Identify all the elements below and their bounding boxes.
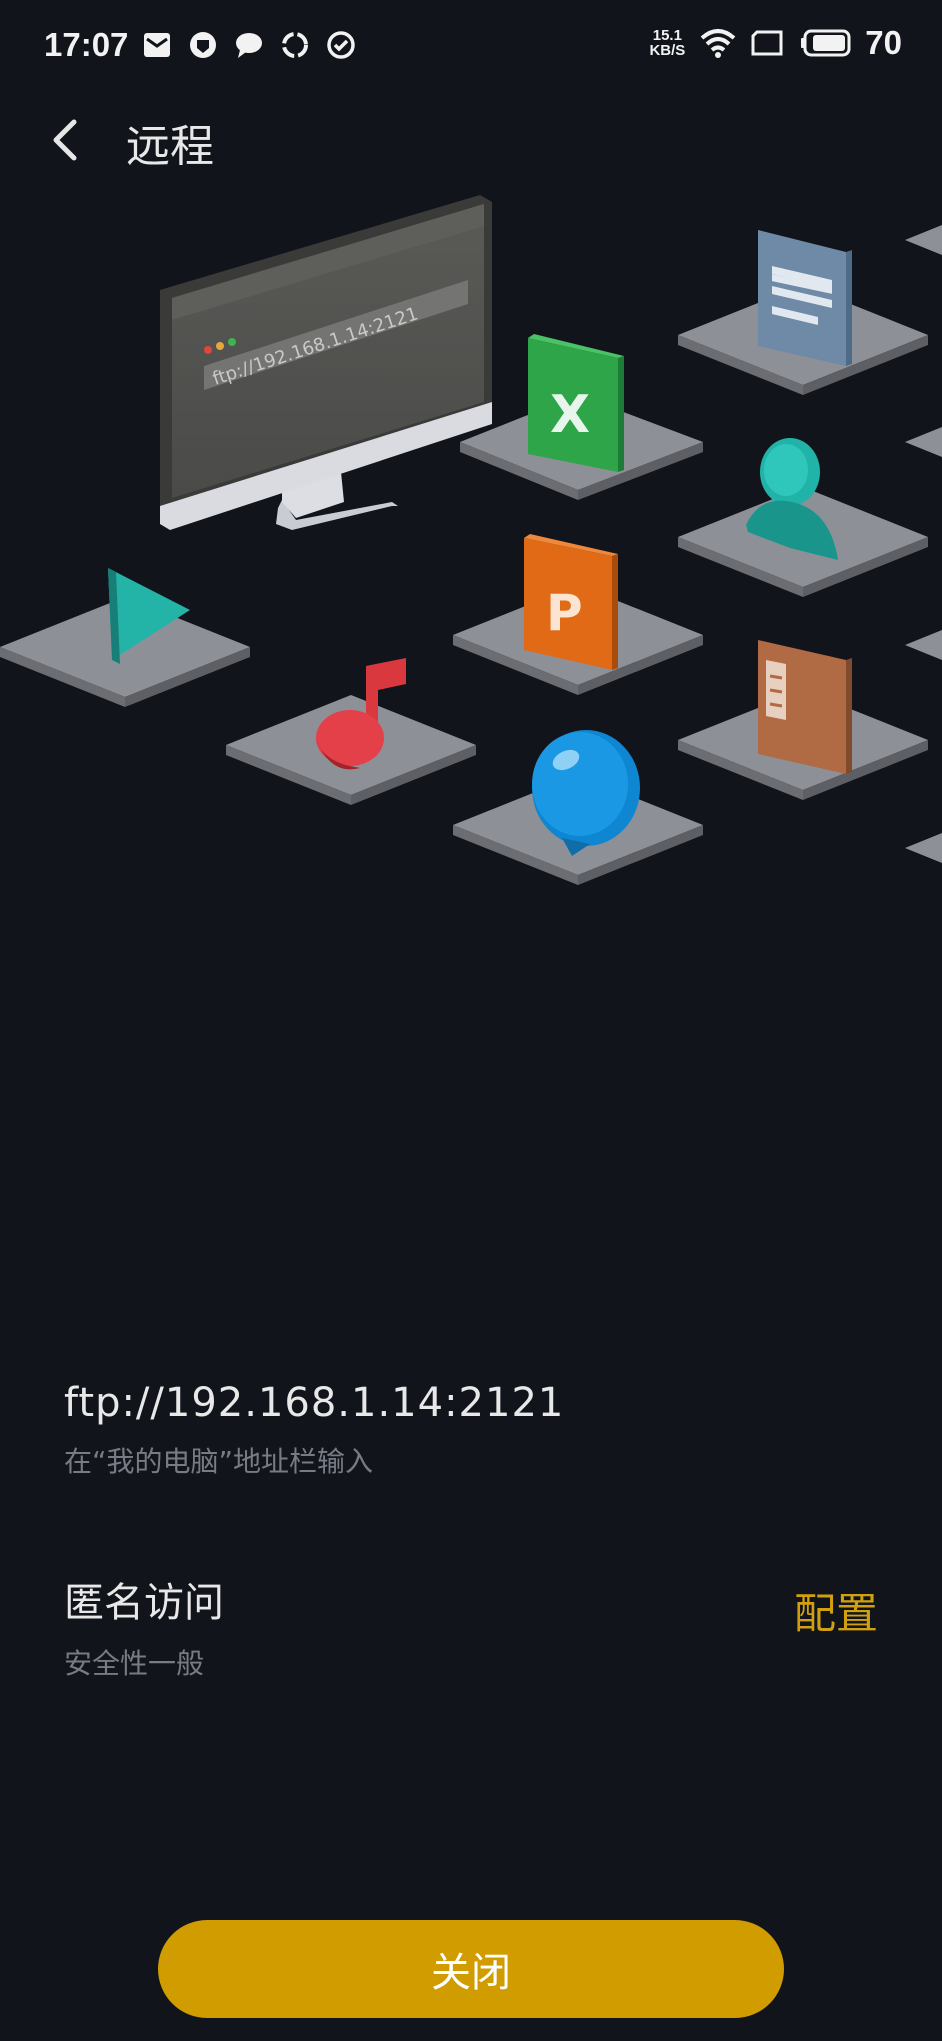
page-title: 远程 [126, 121, 214, 172]
network-speed-value: 15.1 [652, 27, 682, 44]
battery-icon [801, 29, 851, 57]
close-button[interactable]: 关闭 [158, 1920, 784, 2018]
access-title: 匿名访问 [64, 1580, 224, 1626]
svg-text:P: P [546, 584, 583, 642]
archive-icon [758, 640, 852, 774]
hero-illustration: ftp://192.168.1.14:2121 X P [0, 195, 942, 885]
monitor-illustration: ftp://192.168.1.14:2121 [160, 195, 492, 530]
app-bar: 远程 [0, 100, 942, 180]
ftp-address-hint: 在“我的电脑”地址栏输入 [64, 1445, 374, 1478]
shield-icon [190, 32, 216, 58]
system-indicators: 15.1 KB/S 70 [649, 24, 902, 62]
battery-level: 70 [865, 24, 902, 61]
config-button[interactable]: 配置 [794, 1580, 878, 1641]
network-speed-unit: KB/S [649, 42, 686, 59]
status-time: 17:07 [44, 26, 129, 63]
access-subtitle: 安全性一般 [64, 1647, 205, 1680]
tile [905, 427, 942, 457]
tile [905, 833, 942, 863]
sync-icon [282, 32, 308, 58]
wifi-icon [700, 29, 736, 58]
tile [905, 630, 942, 660]
check-circle-icon [327, 31, 355, 59]
back-arrow-icon[interactable] [40, 112, 96, 168]
document-icon [758, 230, 852, 366]
network-speed: 15.1 KB/S [649, 28, 685, 58]
ftp-address-section: ftp://192.168.1.14:2121 在“我的电脑”地址栏输入 [64, 1380, 884, 1480]
ftp-address: ftp://192.168.1.14:2121 [64, 1380, 565, 1426]
tile [905, 225, 942, 255]
excel-icon: X [528, 334, 624, 472]
powerpoint-icon: P [524, 534, 618, 670]
chat-icon [236, 33, 262, 58]
mail-icon [144, 33, 170, 57]
svg-text:X: X [550, 385, 590, 445]
anonymous-access-section: 匿名访问 安全性一般 [64, 1570, 884, 1682]
status-bar: 17:07 15.1 KB/S 70 [0, 0, 942, 95]
notification-icons [140, 28, 358, 62]
screen-icon [751, 30, 783, 56]
